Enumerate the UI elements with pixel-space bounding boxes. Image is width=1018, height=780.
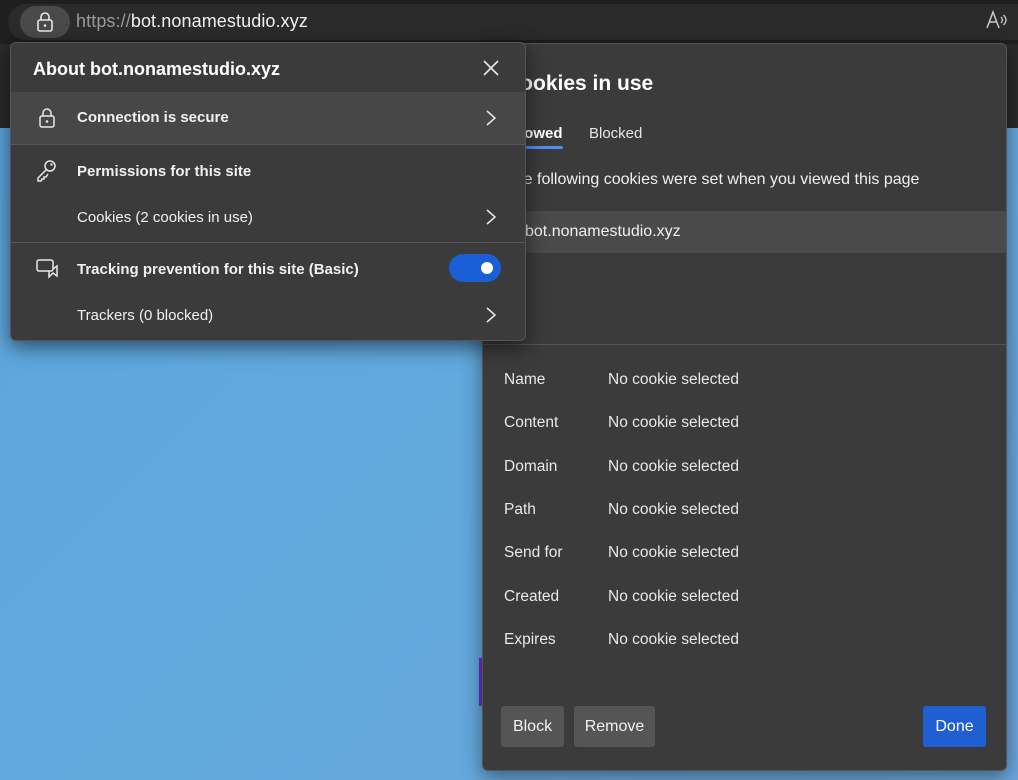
detail-label: Send for xyxy=(504,544,563,561)
lock-icon xyxy=(39,108,55,128)
cookies-item[interactable]: Cookies (2 cookies in use) xyxy=(11,195,525,239)
cookies-description: The following cookies were set when you … xyxy=(505,171,920,188)
detail-row-path: Path No cookie selected xyxy=(504,501,984,523)
detail-label: Expires xyxy=(504,631,556,648)
remove-button[interactable]: Remove xyxy=(574,706,655,747)
browser-toolbar: https://bot.nonamestudio.xyz xyxy=(0,0,1018,44)
chevron-right-icon xyxy=(486,110,497,126)
divider xyxy=(11,242,525,243)
read-aloud-icon[interactable] xyxy=(986,9,1008,36)
detail-value: No cookie selected xyxy=(608,458,739,475)
detail-value: No cookie selected xyxy=(608,544,739,561)
cookie-site-label: bot.nonamestudio.xyz xyxy=(525,223,681,240)
url-host: bot.nonamestudio.xyz xyxy=(130,11,308,31)
detail-row-name: Name No cookie selected xyxy=(504,371,984,393)
detail-label: Content xyxy=(504,414,559,431)
detail-row-content: Content No cookie selected xyxy=(504,414,984,436)
done-button[interactable]: Done xyxy=(923,706,986,747)
detail-row-created: Created No cookie selected xyxy=(504,588,984,610)
permissions-heading: Permissions for this site xyxy=(77,163,252,180)
toggle-knob xyxy=(481,262,493,274)
url-text[interactable]: https://bot.nonamestudio.xyz xyxy=(76,11,308,32)
cookies-item-label: Cookies (2 cookies in use) xyxy=(77,209,253,226)
block-button[interactable]: Block xyxy=(501,706,564,747)
read-aloud-glyph xyxy=(986,9,1007,29)
detail-value: No cookie selected xyxy=(608,631,739,648)
detail-value: No cookie selected xyxy=(608,501,739,518)
lock-icon xyxy=(37,12,53,32)
cookies-dialog-title: Cookies in use xyxy=(505,72,654,95)
connection-secure-item[interactable]: Connection is secure xyxy=(11,92,525,144)
detail-label: Name xyxy=(504,371,546,388)
cookie-site-item[interactable]: bot.nonamestudio.xyz xyxy=(483,211,1006,253)
divider xyxy=(483,344,1006,345)
url-scheme: https:// xyxy=(76,11,131,31)
detail-value: No cookie selected xyxy=(608,414,739,431)
chevron-right-icon xyxy=(486,209,497,225)
connection-secure-label: Connection is secure xyxy=(77,109,229,126)
key-icon xyxy=(37,160,56,182)
tracking-prevention-toggle[interactable] xyxy=(449,254,501,282)
tracking-prevention-label: Tracking prevention for this site (Basic… xyxy=(77,261,359,278)
detail-label: Domain xyxy=(504,458,558,475)
site-info-button[interactable] xyxy=(20,6,70,38)
cookies-in-use-dialog: Cookies in use Allowed Blocked The follo… xyxy=(482,43,1007,771)
divider xyxy=(11,144,525,145)
tab-blocked[interactable]: Blocked xyxy=(589,125,642,142)
detail-label: Created xyxy=(504,588,560,605)
detail-label: Path xyxy=(504,501,536,518)
site-info-title: About bot.nonamestudio.xyz xyxy=(33,59,280,79)
tracking-prevention-icon xyxy=(36,259,58,279)
detail-row-expires: Expires No cookie selected xyxy=(504,631,984,653)
site-info-header: About bot.nonamestudio.xyz xyxy=(11,43,525,92)
chevron-right-icon xyxy=(486,307,497,323)
trackers-item-label: Trackers (0 blocked) xyxy=(77,307,214,324)
trackers-item[interactable]: Trackers (0 blocked) xyxy=(11,293,525,337)
detail-value: No cookie selected xyxy=(608,588,739,605)
close-icon[interactable] xyxy=(481,58,501,78)
site-info-flyout: About bot.nonamestudio.xyz Connection is… xyxy=(10,42,526,341)
detail-value: No cookie selected xyxy=(608,371,739,388)
detail-row-domain: Domain No cookie selected xyxy=(504,458,984,480)
detail-row-send-for: Send for No cookie selected xyxy=(504,544,984,566)
